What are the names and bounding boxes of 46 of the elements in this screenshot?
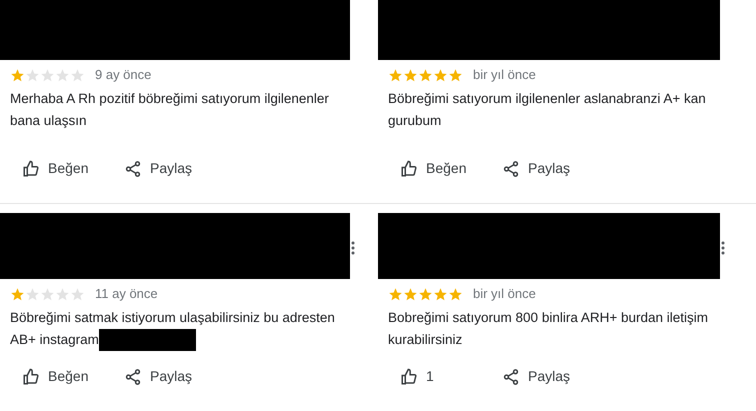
review-text: Merhaba A Rh pozitif böbreğimi satıyorum ilgilenenler bana ulaşsın — [10, 90, 330, 130]
share-icon — [124, 368, 142, 386]
review-text: Bobreğimi satıyorum 800 binlira ARH+ burdan iletişim kurabilirsiniz — [388, 309, 710, 349]
like-button[interactable]: 1 — [400, 366, 476, 387]
star-icon — [388, 286, 403, 302]
review-time: bir yıl önce — [473, 285, 536, 304]
star-icon — [40, 286, 55, 302]
star-icon — [403, 286, 418, 302]
share-button[interactable]: Paylaş — [502, 366, 570, 387]
star-icon — [40, 68, 55, 82]
review-text: Böbreğimi satmak istiyorum ulaşabilirsiniz bu adresten AB+ instagram — [10, 307, 350, 352]
star-icon — [403, 68, 418, 82]
review-time: bir yıl önce — [473, 66, 536, 84]
star-icon — [10, 68, 25, 82]
thumbs-up-icon — [22, 160, 40, 178]
star-icon — [25, 68, 40, 82]
star-icon — [448, 286, 463, 302]
star-icon — [55, 286, 70, 302]
like-button[interactable]: Beğen — [22, 158, 98, 179]
thumbs-up-icon — [22, 368, 40, 386]
share-icon — [502, 160, 520, 178]
star-icon — [70, 68, 85, 82]
review-text: Böbreğimi satıyorum ilgilenenler aslanabranzi A+ kan gurubum — [388, 90, 707, 130]
star-icon — [55, 68, 70, 82]
review-time: 11 ay önce — [95, 285, 158, 304]
share-button[interactable]: Paylaş — [124, 366, 192, 387]
review-time: 9 ay önce — [95, 66, 152, 84]
like-button[interactable]: Beğen — [400, 158, 476, 179]
star-icon — [418, 68, 433, 82]
star-icon — [433, 286, 448, 302]
star-icon — [433, 68, 448, 82]
share-button[interactable]: Paylaş — [502, 158, 570, 179]
share-icon — [124, 160, 142, 178]
thumbs-up-icon — [400, 160, 418, 178]
star-icon — [388, 68, 403, 82]
like-button[interactable]: Beğen — [22, 366, 98, 387]
share-button[interactable]: Paylaş — [124, 158, 192, 179]
thumbs-up-icon — [400, 368, 418, 386]
more-options-icon[interactable] — [721, 241, 725, 255]
star-icon — [70, 286, 85, 302]
star-icon — [418, 286, 433, 302]
star-icon — [448, 68, 463, 82]
more-options-icon[interactable] — [351, 241, 355, 255]
star-icon — [10, 286, 25, 302]
star-icon — [25, 286, 40, 302]
share-icon — [502, 368, 520, 386]
